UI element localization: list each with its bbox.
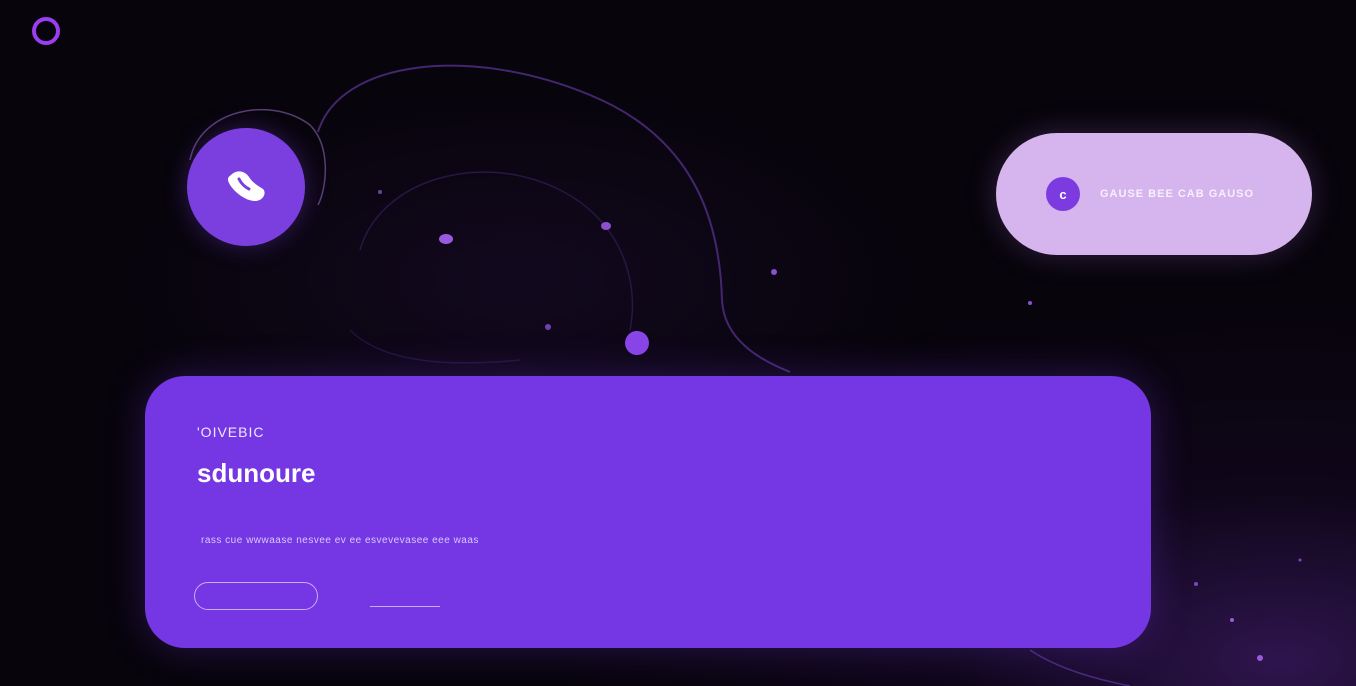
corner-streak	[1029, 649, 1131, 686]
hero-card: 'OIVEBIC sdunoure rass cue wwwaase nesve…	[145, 376, 1151, 648]
spark	[1257, 655, 1263, 661]
pill-label: GAUSE BEE CAB GAUSO	[1100, 188, 1255, 200]
spark	[1298, 558, 1302, 562]
spark	[1194, 582, 1198, 586]
orb-dot	[625, 331, 649, 355]
hero-title: sdunoure	[197, 458, 316, 488]
spark	[601, 222, 611, 230]
orbit-inner-curve	[359, 171, 634, 331]
contact-pill-card[interactable]: c GAUSE BEE CAB GAUSO	[996, 133, 1312, 255]
spark	[1230, 618, 1234, 622]
spark	[1028, 301, 1032, 305]
spark	[378, 190, 382, 194]
spark	[545, 324, 551, 330]
call-button[interactable]	[187, 128, 305, 246]
hero-description: rass cue wwwaase nesvee ev ee esvevevase…	[201, 535, 479, 546]
hero-primary-button[interactable]	[194, 582, 318, 610]
phone-icon	[227, 171, 265, 201]
phone-icon: c	[1046, 177, 1080, 211]
hero-eyebrow: 'OIVEBIC	[197, 424, 265, 440]
spark	[771, 269, 777, 275]
hero-secondary-link[interactable]	[370, 594, 440, 607]
spark	[439, 234, 453, 244]
logo-ring-icon[interactable]	[32, 17, 60, 45]
orbit-curve	[317, 64, 791, 373]
orbit-lower-curve	[349, 329, 521, 364]
app-canvas: c GAUSE BEE CAB GAUSO 'OIVEBIC sdunoure …	[0, 0, 1356, 686]
